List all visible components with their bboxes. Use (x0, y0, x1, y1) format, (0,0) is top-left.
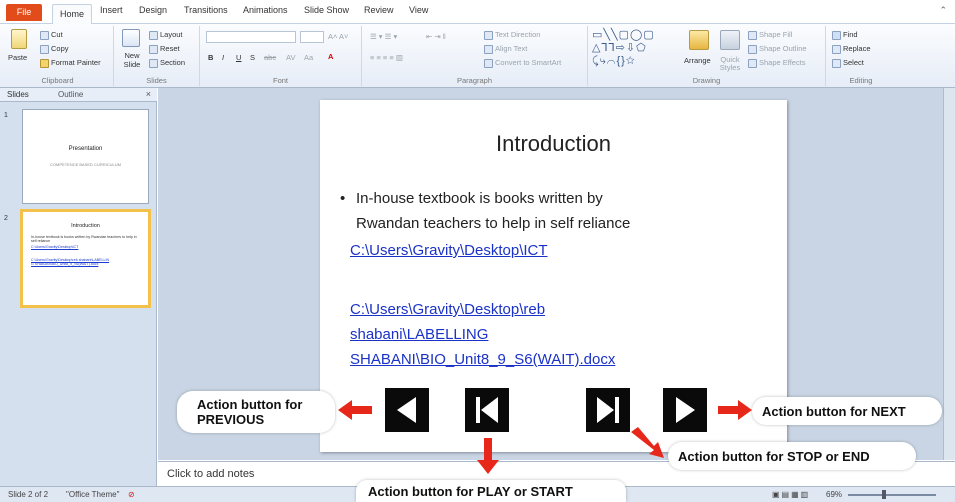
arrow-to-stop-icon (631, 427, 664, 458)
arrow-to-next-icon (718, 400, 752, 420)
arrow-to-play-icon (477, 438, 499, 474)
annotation-arrows (338, 400, 752, 474)
arrow-to-previous-icon (338, 400, 372, 420)
powerpoint-window: File Home Insert Design Transitions Anim… (0, 0, 955, 502)
